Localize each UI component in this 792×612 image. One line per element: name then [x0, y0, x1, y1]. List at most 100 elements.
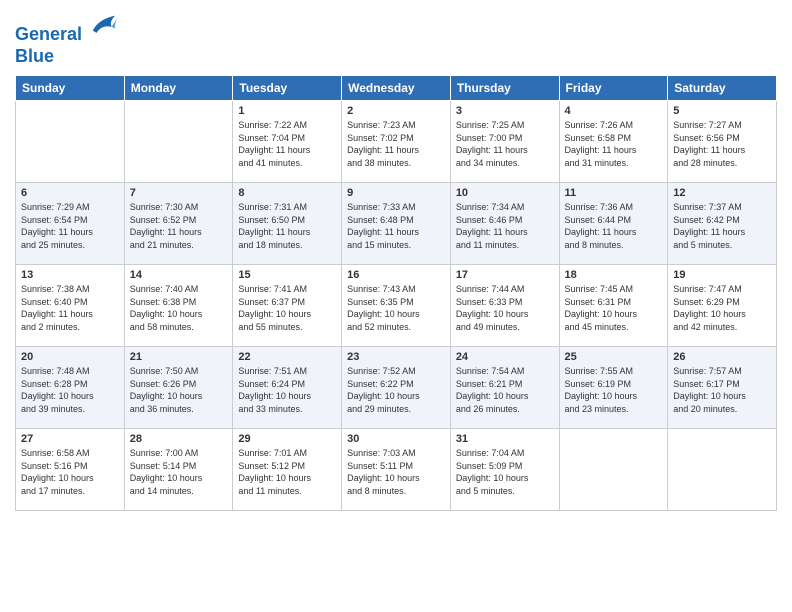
- day-number: 14: [130, 269, 228, 281]
- cell-content: Sunrise: 7:41 AM Sunset: 6:37 PM Dayligh…: [238, 283, 336, 333]
- calendar-cell: 11 Sunrise: 7:36 AM Sunset: 6:44 PM Dayli…: [559, 183, 668, 265]
- cell-content: Sunrise: 7:33 AM Sunset: 6:48 PM Dayligh…: [347, 201, 445, 251]
- calendar-cell: [16, 101, 125, 183]
- cell-content: Sunrise: 7:54 AM Sunset: 6:21 PM Dayligh…: [456, 365, 554, 415]
- calendar-cell: 23 Sunrise: 7:52 AM Sunset: 6:22 PM Dayli…: [342, 347, 451, 429]
- day-number: 20: [21, 351, 119, 363]
- day-number: 27: [21, 433, 119, 445]
- day-number: 2: [347, 105, 445, 117]
- day-number: 21: [130, 351, 228, 363]
- calendar-cell: 25Sunrise: 7:55 AM Sunset: 6:19 PM Dayli…: [559, 347, 668, 429]
- calendar-cell: 14Sunrise: 7:40 AM Sunset: 6:38 PM Dayli…: [124, 265, 233, 347]
- calendar-cell: 20Sunrise: 7:48 AM Sunset: 6:28 PM Dayli…: [16, 347, 125, 429]
- calendar-cell: [559, 429, 668, 511]
- cell-content: Sunrise: 7:34 AM Sunset: 6:46 PM Dayligh…: [456, 201, 554, 251]
- calendar-cell: [124, 101, 233, 183]
- day-number: 7: [130, 187, 228, 199]
- calendar-cell: 5Sunrise: 7:27 AM Sunset: 6:56 PM Daylig…: [668, 101, 777, 183]
- calendar-week-row: 27 Sunrise: 6:58 AM Sunset: 5:16 PM Dayli…: [16, 429, 777, 511]
- day-number: 6: [21, 187, 119, 199]
- calendar-week-row: 1 Sunrise: 7:22 AM Sunset: 7:04 PM Daylig…: [16, 101, 777, 183]
- cell-content: Sunrise: 7:04 AM Sunset: 5:09 PM Dayligh…: [456, 447, 554, 497]
- calendar-cell: 4 Sunrise: 7:26 AM Sunset: 6:58 PM Daylig…: [559, 101, 668, 183]
- day-number: 4: [565, 105, 663, 117]
- logo-general: General: [15, 24, 82, 44]
- calendar-cell: 29Sunrise: 7:01 AM Sunset: 5:12 PM Dayli…: [233, 429, 342, 511]
- cell-content: Sunrise: 7:45 AM Sunset: 6:31 PM Dayligh…: [565, 283, 663, 333]
- calendar-cell: 8 Sunrise: 7:31 AM Sunset: 6:50 PM Daylig…: [233, 183, 342, 265]
- cell-content: Sunrise: 7:57 AM Sunset: 6:17 PM Dayligh…: [673, 365, 771, 415]
- logo-bird-icon: [89, 10, 119, 40]
- logo-text: General Blue: [15, 10, 119, 67]
- day-number: 29: [238, 433, 336, 445]
- cell-content: Sunrise: 7:29 AM Sunset: 6:54 PM Dayligh…: [21, 201, 119, 251]
- day-number: 10: [456, 187, 554, 199]
- cell-content: Sunrise: 7:26 AM Sunset: 6:58 PM Dayligh…: [565, 119, 663, 169]
- calendar-cell: 21 Sunrise: 7:50 AM Sunset: 6:26 PM Dayli…: [124, 347, 233, 429]
- day-number: 3: [456, 105, 554, 117]
- day-number: 12: [673, 187, 771, 199]
- day-number: 30: [347, 433, 445, 445]
- calendar-week-row: 20Sunrise: 7:48 AM Sunset: 6:28 PM Dayli…: [16, 347, 777, 429]
- calendar-cell: 3 Sunrise: 7:25 AM Sunset: 7:00 PM Daylig…: [450, 101, 559, 183]
- day-number: 1: [238, 105, 336, 117]
- calendar-cell: 2 Sunrise: 7:23 AM Sunset: 7:02 PM Daylig…: [342, 101, 451, 183]
- calendar-cell: 1 Sunrise: 7:22 AM Sunset: 7:04 PM Daylig…: [233, 101, 342, 183]
- cell-content: Sunrise: 7:51 AM Sunset: 6:24 PM Dayligh…: [238, 365, 336, 415]
- cell-content: Sunrise: 6:58 AM Sunset: 5:16 PM Dayligh…: [21, 447, 119, 497]
- day-number: 16: [347, 269, 445, 281]
- calendar-cell: 31Sunrise: 7:04 AM Sunset: 5:09 PM Dayli…: [450, 429, 559, 511]
- calendar-cell: 18 Sunrise: 7:45 AM Sunset: 6:31 PM Dayli…: [559, 265, 668, 347]
- cell-content: Sunrise: 7:38 AM Sunset: 6:40 PM Dayligh…: [21, 283, 119, 333]
- weekday-header: Wednesday: [342, 76, 451, 101]
- day-number: 17: [456, 269, 554, 281]
- day-number: 24: [456, 351, 554, 363]
- page: General Blue SundayMondayTuesdayWednesda…: [0, 0, 792, 612]
- weekday-header: Saturday: [668, 76, 777, 101]
- calendar-cell: 26 Sunrise: 7:57 AM Sunset: 6:17 PM Dayli…: [668, 347, 777, 429]
- cell-content: Sunrise: 7:31 AM Sunset: 6:50 PM Dayligh…: [238, 201, 336, 251]
- cell-content: Sunrise: 7:00 AM Sunset: 5:14 PM Dayligh…: [130, 447, 228, 497]
- calendar-cell: 28 Sunrise: 7:00 AM Sunset: 5:14 PM Dayli…: [124, 429, 233, 511]
- day-number: 22: [238, 351, 336, 363]
- weekday-header: Thursday: [450, 76, 559, 101]
- cell-content: Sunrise: 7:52 AM Sunset: 6:22 PM Dayligh…: [347, 365, 445, 415]
- cell-content: Sunrise: 7:03 AM Sunset: 5:11 PM Dayligh…: [347, 447, 445, 497]
- logo-blue: Blue: [15, 46, 54, 66]
- cell-content: Sunrise: 7:50 AM Sunset: 6:26 PM Dayligh…: [130, 365, 228, 415]
- calendar-cell: 13 Sunrise: 7:38 AM Sunset: 6:40 PM Dayli…: [16, 265, 125, 347]
- calendar-cell: 9Sunrise: 7:33 AM Sunset: 6:48 PM Daylig…: [342, 183, 451, 265]
- logo: General Blue: [15, 10, 119, 67]
- calendar-cell: 12Sunrise: 7:37 AM Sunset: 6:42 PM Dayli…: [668, 183, 777, 265]
- weekday-header: Monday: [124, 76, 233, 101]
- weekday-header: Sunday: [16, 76, 125, 101]
- cell-content: Sunrise: 7:43 AM Sunset: 6:35 PM Dayligh…: [347, 283, 445, 333]
- calendar-cell: 27 Sunrise: 6:58 AM Sunset: 5:16 PM Dayli…: [16, 429, 125, 511]
- calendar-cell: 17 Sunrise: 7:44 AM Sunset: 6:33 PM Dayli…: [450, 265, 559, 347]
- calendar-table: SundayMondayTuesdayWednesdayThursdayFrid…: [15, 75, 777, 511]
- cell-content: Sunrise: 7:30 AM Sunset: 6:52 PM Dayligh…: [130, 201, 228, 251]
- calendar-cell: 15Sunrise: 7:41 AM Sunset: 6:37 PM Dayli…: [233, 265, 342, 347]
- cell-content: Sunrise: 7:47 AM Sunset: 6:29 PM Dayligh…: [673, 283, 771, 333]
- calendar-cell: 19Sunrise: 7:47 AM Sunset: 6:29 PM Dayli…: [668, 265, 777, 347]
- day-number: 5: [673, 105, 771, 117]
- weekday-header: Friday: [559, 76, 668, 101]
- day-number: 13: [21, 269, 119, 281]
- calendar-header-row: SundayMondayTuesdayWednesdayThursdayFrid…: [16, 76, 777, 101]
- cell-content: Sunrise: 7:44 AM Sunset: 6:33 PM Dayligh…: [456, 283, 554, 333]
- calendar-week-row: 6 Sunrise: 7:29 AM Sunset: 6:54 PM Daylig…: [16, 183, 777, 265]
- day-number: 23: [347, 351, 445, 363]
- cell-content: Sunrise: 7:25 AM Sunset: 7:00 PM Dayligh…: [456, 119, 554, 169]
- day-number: 8: [238, 187, 336, 199]
- cell-content: Sunrise: 7:23 AM Sunset: 7:02 PM Dayligh…: [347, 119, 445, 169]
- day-number: 28: [130, 433, 228, 445]
- cell-content: Sunrise: 7:22 AM Sunset: 7:04 PM Dayligh…: [238, 119, 336, 169]
- day-number: 26: [673, 351, 771, 363]
- cell-content: Sunrise: 7:36 AM Sunset: 6:44 PM Dayligh…: [565, 201, 663, 251]
- calendar-cell: 30 Sunrise: 7:03 AM Sunset: 5:11 PM Dayli…: [342, 429, 451, 511]
- calendar-cell: 6 Sunrise: 7:29 AM Sunset: 6:54 PM Daylig…: [16, 183, 125, 265]
- day-number: 18: [565, 269, 663, 281]
- day-number: 11: [565, 187, 663, 199]
- calendar-cell: 7 Sunrise: 7:30 AM Sunset: 6:52 PM Daylig…: [124, 183, 233, 265]
- weekday-header: Tuesday: [233, 76, 342, 101]
